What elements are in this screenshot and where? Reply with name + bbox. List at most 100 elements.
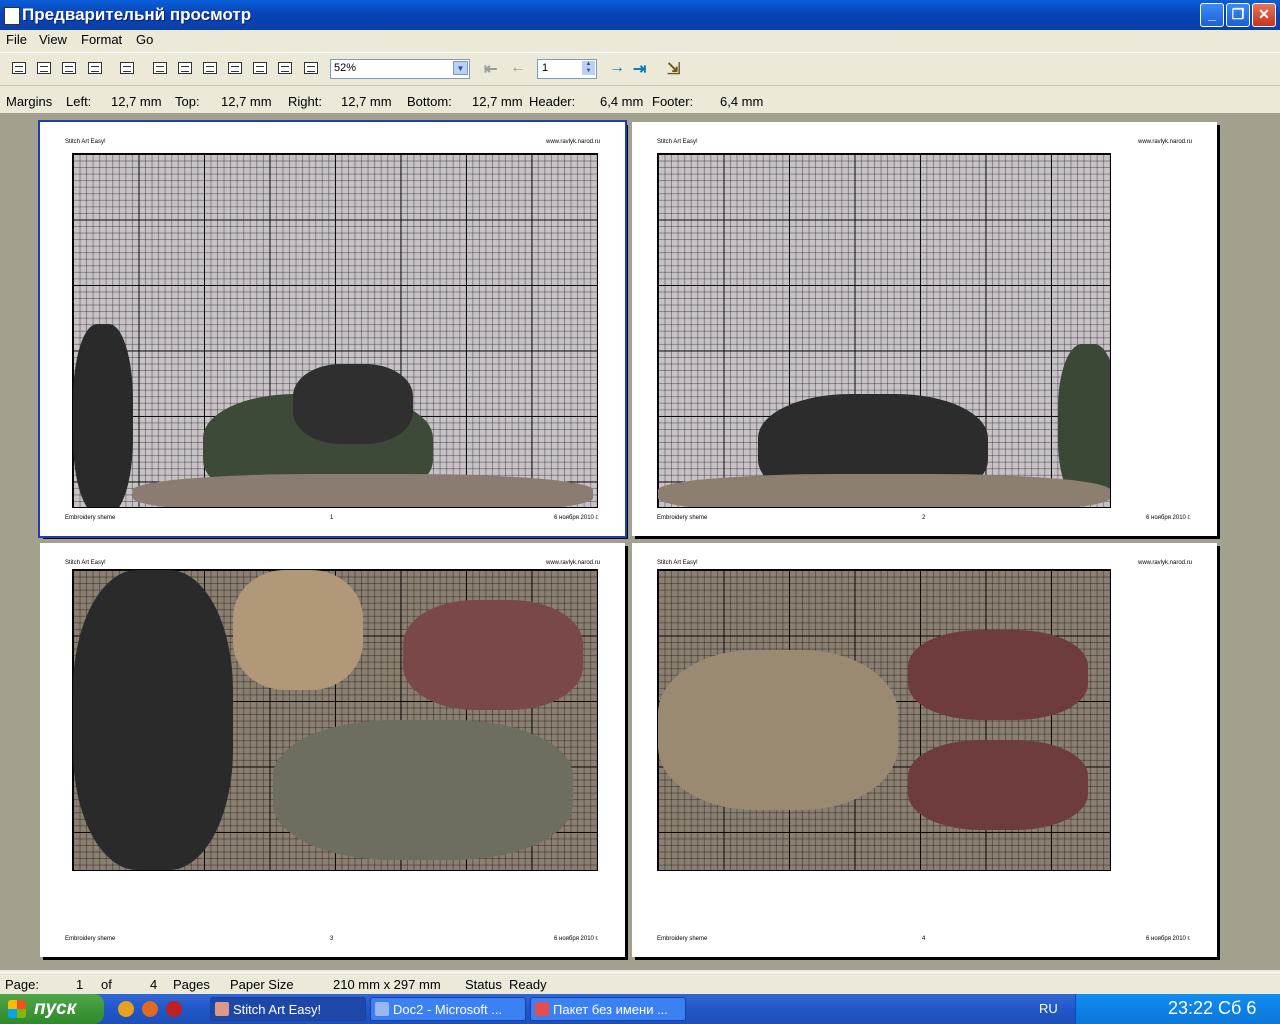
opera-icon[interactable]: [166, 1001, 182, 1017]
page-footer-date: 6 ноября 2010 г.: [554, 936, 599, 942]
footer-value[interactable]: 6,4 mm: [720, 94, 763, 109]
close-button[interactable]: ✕: [1252, 3, 1276, 27]
task-package[interactable]: Пакет без имени ...: [530, 997, 686, 1021]
toolbar: 52% ▼ ⇤ ← 1 ▲ ▼ → ⇥ ⇲: [0, 52, 1280, 86]
start-button[interactable]: пуск: [0, 994, 104, 1024]
page-footer-number: 2: [922, 515, 926, 521]
status-total-pages: 4: [150, 977, 158, 992]
right-value[interactable]: 12,7 mm: [341, 94, 392, 109]
status-pages-label: Pages: [173, 977, 210, 992]
page-width-icon[interactable]: [151, 60, 169, 76]
preview-page-3[interactable]: Stitch Art Easy! www.ravlyk.narod.ru Emb…: [40, 543, 625, 957]
page-footer-number: 3: [330, 936, 334, 942]
two-pages-icon[interactable]: [226, 60, 244, 76]
restore-button[interactable]: ❐: [1226, 3, 1250, 27]
page-footer-number: 4: [922, 936, 926, 942]
menu-view[interactable]: View: [39, 32, 67, 47]
one-page-icon[interactable]: [201, 60, 219, 76]
page-footer-date: 6 ноября 2010 г.: [1146, 515, 1191, 521]
page-header-left: Stitch Art Easy!: [657, 560, 698, 566]
page-footer-left: Embroidery sheme: [657, 515, 708, 521]
page-header-right: www.ravlyk.narod.ru: [546, 560, 601, 566]
task-stitch-art[interactable]: Stitch Art Easy!: [210, 997, 366, 1021]
print-setup-icon[interactable]: [35, 60, 53, 76]
status-paper-label: Paper Size: [230, 977, 294, 992]
status-value: Ready: [509, 977, 547, 992]
last-page-icon[interactable]: ⇥: [633, 59, 646, 79]
page-header-right: www.ravlyk.narod.ru: [1138, 560, 1193, 566]
zoom-value: 52%: [334, 62, 357, 74]
minimize-button[interactable]: _: [1200, 3, 1224, 27]
status-page-value: 1: [76, 977, 84, 992]
status-page-label: Page:: [5, 977, 39, 992]
exit-icon[interactable]: ⇲: [667, 59, 680, 79]
menu-bar: File View Format Go: [0, 30, 1280, 50]
page-header-left: Stitch Art Easy!: [65, 139, 106, 145]
status-paper-value: 210 mm x 297 mm: [333, 977, 441, 992]
top-label: Top:: [175, 94, 200, 109]
taskbar: пуск Stitch Art Easy! Doc2 - Microsoft .…: [0, 994, 1280, 1024]
page-spinner[interactable]: ▲ ▼: [582, 61, 595, 75]
menu-file[interactable]: File: [6, 32, 27, 47]
properties-icon[interactable]: [86, 60, 104, 76]
page-number-value: 1: [542, 62, 549, 74]
menu-go[interactable]: Go: [136, 32, 153, 47]
preview-area[interactable]: Stitch Art Easy! www.ravlyk.narod.ru Emb…: [0, 113, 1280, 970]
page-footer-date: 6 ноября 2010 г.: [1146, 936, 1191, 942]
status-bar: Page: 1 of 4 Pages Paper Size 210 mm x 2…: [0, 972, 1280, 995]
page-setup-icon[interactable]: [60, 60, 78, 76]
preview-page-1[interactable]: Stitch Art Easy! www.ravlyk.narod.ru Emb…: [38, 120, 627, 538]
four-pages-icon[interactable]: [251, 60, 269, 76]
bottom-label: Bottom:: [407, 94, 452, 109]
print-icon[interactable]: [10, 60, 28, 76]
page-header-left: Stitch Art Easy!: [65, 560, 106, 566]
page-footer-date: 6 ноября 2010 г.: [554, 515, 599, 521]
status-of-label: of: [101, 977, 112, 992]
windows-logo-icon: [8, 1000, 26, 1018]
page-header-right: www.ravlyk.narod.ru: [546, 139, 601, 145]
app-icon[interactable]: [4, 7, 20, 25]
firefox-icon[interactable]: [142, 1001, 158, 1017]
preview-page-2[interactable]: Stitch Art Easy! www.ravlyk.narod.ru Emb…: [632, 122, 1217, 536]
six-pages-icon[interactable]: [276, 60, 294, 76]
top-value[interactable]: 12,7 mm: [221, 94, 272, 109]
title-bar: Предварительнй просмотр _ ❐ ✕: [0, 0, 1280, 30]
next-page-icon[interactable]: →: [609, 59, 625, 77]
page-number-field[interactable]: 1 ▲ ▼: [537, 59, 597, 79]
chevron-down-icon[interactable]: ▼: [453, 61, 468, 75]
task-word-doc[interactable]: Doc2 - Microsoft ...: [370, 997, 526, 1021]
page-header-left: Stitch Art Easy!: [657, 139, 698, 145]
page-footer-left: Embroidery sheme: [657, 936, 708, 942]
quicklaunch-icon[interactable]: [118, 1001, 134, 1017]
zoom-select[interactable]: 52% ▼: [330, 59, 470, 79]
first-page-icon[interactable]: ⇤: [484, 59, 497, 79]
embroidery-grid: [72, 569, 598, 871]
multi-pages-icon[interactable]: [302, 60, 320, 76]
bottom-value[interactable]: 12,7 mm: [472, 94, 523, 109]
right-label: Right:: [288, 94, 322, 109]
clock[interactable]: 23:22 Сб 6: [1168, 998, 1256, 1019]
header-value[interactable]: 6,4 mm: [600, 94, 643, 109]
embroidery-grid: [657, 153, 1111, 508]
menu-format[interactable]: Format: [81, 32, 122, 47]
margins-label: Margins: [6, 94, 53, 109]
window-title: Предварительнй просмотр: [22, 5, 252, 24]
copy-icon[interactable]: [118, 60, 136, 76]
left-value[interactable]: 12,7 mm: [111, 94, 162, 109]
left-label: Left:: [66, 94, 92, 109]
whole-page-icon[interactable]: [176, 60, 194, 76]
margins-bar: Margins Left: 12,7 mm Top: 12,7 mm Right…: [0, 90, 1280, 112]
footer-label: Footer:: [652, 94, 694, 109]
page-footer-left: Embroidery sheme: [65, 515, 116, 521]
embroidery-grid: [72, 153, 598, 508]
embroidery-grid: [657, 569, 1111, 871]
preview-page-4[interactable]: Stitch Art Easy! www.ravlyk.narod.ru Emb…: [632, 543, 1217, 957]
page-footer-number: 1: [330, 515, 334, 521]
status-label: Status: [465, 977, 502, 992]
page-footer-left: Embroidery sheme: [65, 936, 116, 942]
start-label: пуск: [34, 998, 77, 1019]
previous-page-icon[interactable]: ←: [510, 59, 526, 77]
language-indicator[interactable]: RU: [1039, 1001, 1058, 1016]
header-label: Header:: [529, 94, 576, 109]
page-header-right: www.ravlyk.narod.ru: [1138, 139, 1193, 145]
